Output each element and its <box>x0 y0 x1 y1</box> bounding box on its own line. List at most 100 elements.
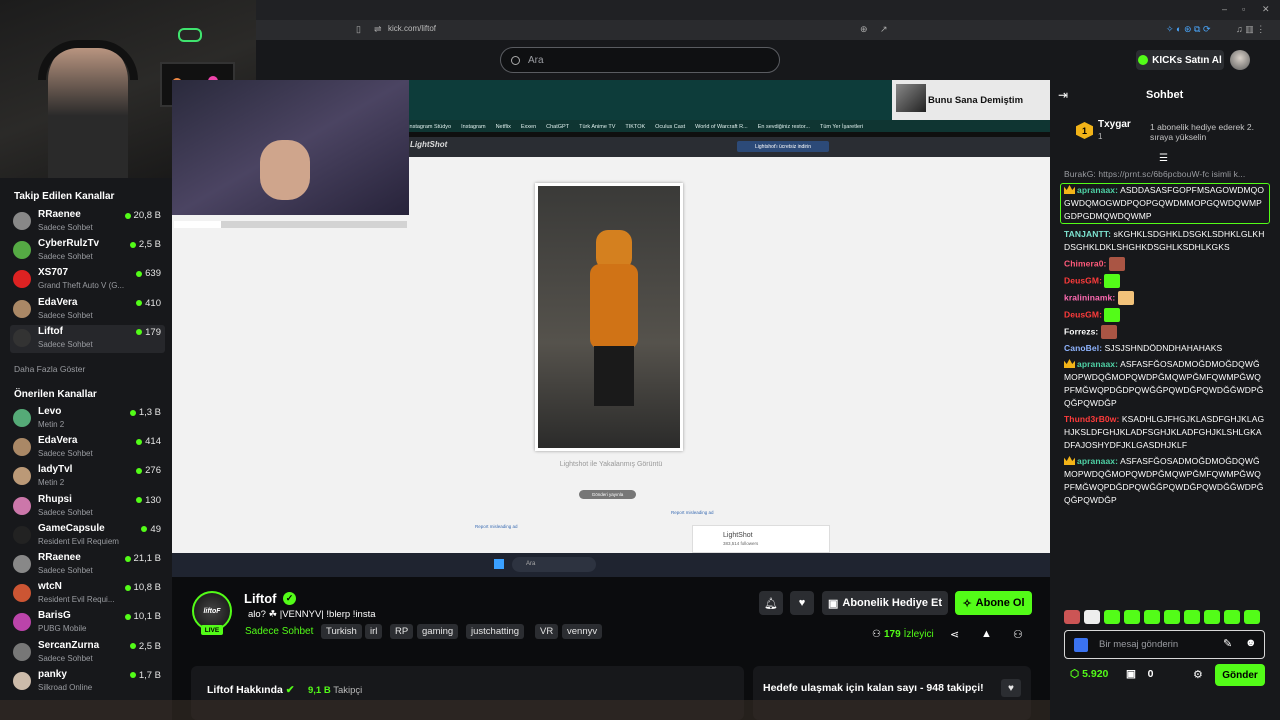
live-dot-icon <box>124 613 131 620</box>
user-card-icon[interactable]: ⚇ <box>1013 628 1023 641</box>
stream-tag[interactable]: Turkish <box>321 624 362 639</box>
emote-icon[interactable] <box>1164 610 1180 624</box>
channel-name: CyberRulzTv <box>38 238 100 250</box>
search-input[interactable]: Ara <box>500 47 780 73</box>
channel-points[interactable]: ⬡ 5.920 <box>1070 668 1108 680</box>
extension-icon[interactable]: ✧ ◐ ⊛ ⧉ ⟳ <box>1166 24 1211 35</box>
emote-icon[interactable] <box>1064 610 1080 624</box>
channel-name: GameCapsule <box>38 522 105 534</box>
channel-item[interactable]: panky Silkroad Online 1,7 B <box>10 668 165 696</box>
chat-settings-icon[interactable]: ⚙ <box>1193 668 1203 681</box>
gift-subscription-label: Abonelik Hediye Et <box>842 597 943 609</box>
maximize-icon[interactable]: ▫ <box>1242 4 1245 14</box>
channel-item[interactable]: EdaVera Sadece Sohbet 414 <box>10 434 165 462</box>
channel-avatar <box>13 613 31 632</box>
emote-icon[interactable] <box>1244 610 1260 624</box>
sidebar-icon[interactable]: ♫ ▥ ⋮ <box>1236 24 1265 35</box>
chat-username[interactable]: TANJANTT <box>1064 229 1108 239</box>
emote-icon[interactable] <box>1124 610 1140 624</box>
share-icon[interactable]: ↗ <box>880 24 888 35</box>
buy-kicks-button[interactable]: KICKs Satın Al <box>1136 50 1224 70</box>
stream-tag[interactable]: RP <box>390 624 414 639</box>
emote-icon[interactable] <box>1144 610 1160 624</box>
stream-tag[interactable]: gaming <box>417 624 459 639</box>
stream-tag[interactable]: vennyv <box>562 624 603 639</box>
stream-tag[interactable]: justchatting <box>466 624 525 639</box>
follow-heart-button[interactable]: ♥ <box>790 591 814 615</box>
emote-icon[interactable] <box>1084 610 1100 624</box>
gift-subscription-button[interactable]: ▣ Abonelik Hediye Et <box>822 591 948 615</box>
video-player[interactable]: Instagram Stüdyo Instagram Netflix Exxen Cha… <box>172 80 1050 577</box>
top-gifter-name[interactable]: Txygar <box>1098 119 1131 130</box>
collapse-chat-icon[interactable]: ⇥ <box>1058 88 1068 102</box>
channel-item[interactable]: BarisG PUBG Mobile 10,1 B <box>10 609 165 637</box>
channel-avatar <box>13 642 31 661</box>
channel-item[interactable]: CyberRulzTv Sadece Sohbet 2,5 B <box>10 237 165 265</box>
channel-item[interactable]: SercanZurna Sadece Sohbet 2,5 B <box>10 639 165 667</box>
channel-name: ladyTvl <box>38 464 73 476</box>
channel-item[interactable]: GameCapsule Resident Evil Requiem 49 <box>10 522 165 550</box>
chat-username[interactable]: DeusGM <box>1064 275 1099 285</box>
channel-item[interactable]: Levo Metin 2 1,3 B <box>10 405 165 433</box>
channel-item[interactable]: EdaVera Sadece Sohbet 410 <box>10 296 165 324</box>
url-field[interactable]: kick.com/liftof <box>388 24 436 33</box>
bookmark-item: Tüm Yer İşaretleri <box>819 124 864 130</box>
buy-kicks-label: KICKs Satın Al <box>1152 54 1222 66</box>
reply-preview: BurakG: https://prnt.sc/6b6pcbouW-fc isi… <box>1064 169 1246 179</box>
send-button[interactable]: Gönder <box>1215 664 1265 686</box>
chat-username[interactable]: Chimera0 <box>1064 258 1104 268</box>
chat-username[interactable]: apranaax <box>1077 185 1115 195</box>
share-icon[interactable]: ⋖ <box>950 628 959 641</box>
about-verified-icon: ✔ <box>285 684 295 696</box>
channel-avatar <box>13 241 31 260</box>
subscribe-button[interactable]: ✧ Abone Ol <box>955 591 1032 615</box>
chat-username[interactable]: DeusGM <box>1064 309 1099 319</box>
chat-message-input[interactable]: Bir mesaj gönderin ✎ ☻ <box>1064 630 1265 659</box>
stream-tag[interactable]: irl <box>365 624 383 639</box>
chat-username[interactable]: apranaax <box>1077 456 1115 466</box>
channel-item[interactable]: wtcN Resident Evil Requi... 10,8 B <box>10 580 165 608</box>
chat-username[interactable]: Thund3rB0w <box>1064 414 1116 424</box>
bookmark-icon[interactable]: ▯ <box>356 24 361 35</box>
emote-icon[interactable] <box>1184 610 1200 624</box>
channel-item[interactable]: Liftof Sadece Sohbet 179 <box>10 324 165 353</box>
lightshot-brand: LightShot <box>410 140 448 149</box>
translate-icon[interactable]: ✎ <box>1223 637 1232 650</box>
emote-icon[interactable] <box>1224 610 1240 624</box>
emote-icon[interactable] <box>1104 610 1120 624</box>
chat-username[interactable]: apranaax <box>1077 359 1115 369</box>
chat-message: DeusGM: <box>1064 274 1266 288</box>
viewer-count: 276 <box>145 465 161 477</box>
goal-heart-button[interactable]: ♥ <box>1001 679 1021 697</box>
notification-bell-button[interactable]: 🔔︎ <box>759 591 783 615</box>
channel-item[interactable]: RRaenee Sadece Sohbet 20,8 B <box>10 208 165 236</box>
channel-item[interactable]: Rhupsi Sadece Sohbet 130 <box>10 493 165 521</box>
user-avatar[interactable] <box>1230 50 1250 70</box>
gift-counter[interactable]: ▣ 0 <box>1126 668 1153 680</box>
channel-viewers: 1,3 B <box>129 407 161 418</box>
stream-tag[interactable]: VR <box>535 624 559 639</box>
emoji-icon[interactable]: ☻ <box>1245 637 1257 649</box>
stream-category[interactable]: Sadece Sohbet <box>245 626 313 637</box>
chat-username[interactable]: Forrezs <box>1064 326 1095 336</box>
streamer-name[interactable]: Liftof <box>244 591 276 606</box>
channel-category: Sadece Sohbet <box>38 310 93 320</box>
report-icon[interactable]: ▲ <box>981 628 992 640</box>
chat-username[interactable]: CanoBel <box>1064 343 1099 353</box>
follower-label: Takipçi <box>333 685 363 696</box>
emote-icon <box>1117 291 1134 305</box>
close-icon[interactable]: ✕ <box>1262 4 1270 15</box>
search-icon <box>511 55 520 65</box>
channel-item[interactable]: RRaenee Sadece Sohbet 21,1 B <box>10 551 165 579</box>
zoom-icon[interactable]: ⊕ <box>860 24 868 35</box>
bookmark-item: Instagram <box>461 124 486 130</box>
chat-username[interactable]: kralininamk <box>1064 292 1112 302</box>
site-info-icon[interactable]: ⇌ <box>374 24 382 35</box>
channel-item[interactable]: ladyTvl Metin 2 276 <box>10 463 165 491</box>
minimize-icon[interactable]: – <box>1222 4 1227 14</box>
chat-message: apranaax: ASDDASASFGOPFMSAGOWDMQOGWDQMOG… <box>1060 183 1270 224</box>
show-more-link[interactable]: Daha Fazla Göster <box>14 364 85 374</box>
filter-icon[interactable]: ☰ <box>1159 153 1168 164</box>
emote-icon[interactable] <box>1204 610 1220 624</box>
channel-item[interactable]: XS707 Grand Theft Auto V (G... 639 <box>10 266 165 294</box>
